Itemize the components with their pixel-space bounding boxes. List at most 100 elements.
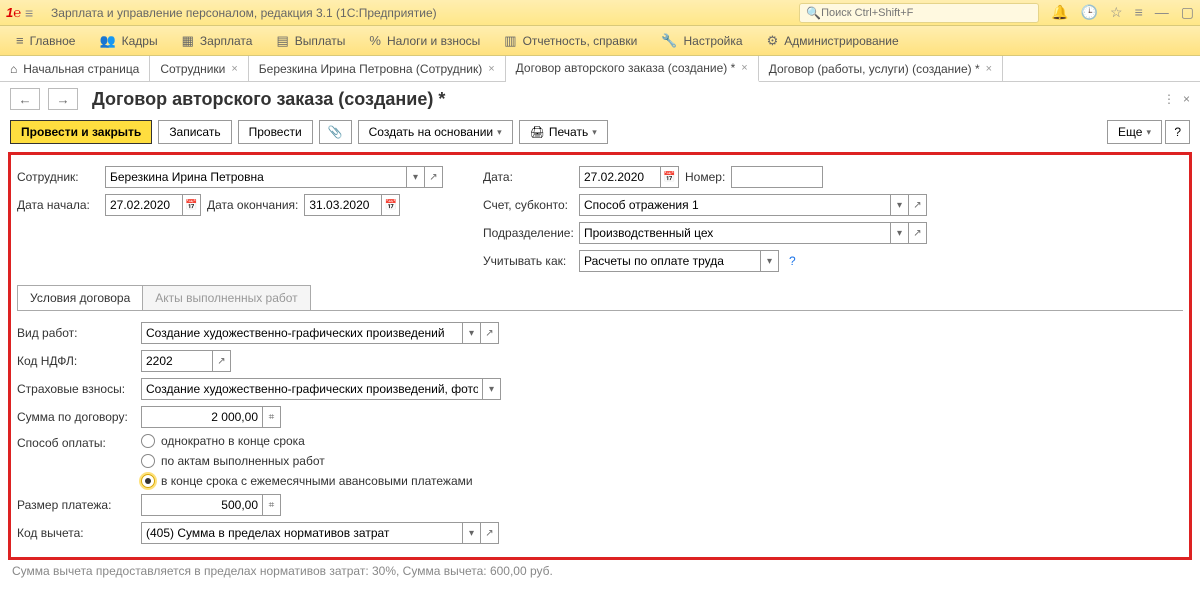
tab-author-contract[interactable]: Договор авторского заказа (создание) *× bbox=[506, 56, 759, 82]
star-icon[interactable]: ☆ bbox=[1110, 4, 1123, 21]
work-type-input[interactable] bbox=[142, 323, 462, 343]
back-button[interactable]: ← bbox=[10, 88, 40, 110]
employee-label: Сотрудник: bbox=[17, 170, 99, 184]
page-header: ← → Договор авторского заказа (создание)… bbox=[0, 82, 1200, 116]
close-icon[interactable]: × bbox=[488, 63, 494, 75]
end-input[interactable] bbox=[305, 195, 381, 215]
calendar-icon[interactable]: 📅 bbox=[660, 167, 678, 187]
radio-icon bbox=[141, 454, 155, 468]
close-icon[interactable]: × bbox=[741, 62, 747, 74]
menu-salary[interactable]: ▦Зарплата bbox=[172, 29, 263, 53]
tab-works-contract[interactable]: Договор (работы, услуги) (создание) *× bbox=[759, 56, 1003, 81]
close-icon[interactable]: × bbox=[986, 63, 992, 75]
open-icon[interactable]: ↗ bbox=[212, 351, 230, 371]
history-icon[interactable]: 🕒 bbox=[1081, 4, 1098, 21]
menu-staff[interactable]: 👥Кадры bbox=[89, 29, 167, 53]
account-input[interactable] bbox=[580, 195, 890, 215]
menu-settings[interactable]: 🔧Настройка bbox=[651, 29, 752, 53]
post-button[interactable]: Провести bbox=[238, 120, 313, 144]
dropdown-icon[interactable]: ▾ bbox=[482, 379, 500, 399]
attach-button[interactable]: 📎 bbox=[319, 120, 352, 144]
hamburger-icon[interactable]: ≡ bbox=[25, 5, 43, 21]
ndfl-input[interactable] bbox=[142, 351, 212, 371]
pay-opt-acts[interactable]: по актам выполненных работ bbox=[141, 454, 473, 468]
payment-size-input[interactable] bbox=[142, 495, 262, 515]
ndfl-field[interactable]: ↗ bbox=[141, 350, 231, 372]
maximize-icon[interactable]: ▢ bbox=[1181, 4, 1194, 21]
calendar-icon[interactable]: 📅 bbox=[381, 195, 399, 215]
calc-icon[interactable]: ⌗ bbox=[262, 495, 280, 515]
help-icon[interactable]: ? bbox=[785, 254, 800, 268]
number-field[interactable] bbox=[731, 166, 823, 188]
tab-home[interactable]: ⌂Начальная страница bbox=[0, 56, 150, 81]
post-close-button[interactable]: Провести и закрыть bbox=[10, 120, 152, 144]
date-field[interactable]: 📅 bbox=[579, 166, 679, 188]
help-button[interactable]: ? bbox=[1165, 120, 1190, 144]
star-icon: ≡ bbox=[16, 33, 24, 48]
open-icon[interactable]: ↗ bbox=[424, 167, 442, 187]
print-button[interactable]: 🖨 Печать ▾ bbox=[519, 120, 608, 144]
open-icon[interactable]: ↗ bbox=[480, 323, 498, 343]
dept-input[interactable] bbox=[580, 223, 890, 243]
open-icon[interactable]: ↗ bbox=[480, 523, 498, 543]
open-icon[interactable]: ↗ bbox=[908, 195, 926, 215]
menu-payments[interactable]: ▤Выплаты bbox=[266, 29, 355, 53]
start-field[interactable]: 📅 bbox=[105, 194, 201, 216]
more-button[interactable]: Еще ▾ bbox=[1107, 120, 1162, 144]
menu-icon[interactable]: ≡ bbox=[1135, 4, 1143, 21]
chevron-down-icon: ▾ bbox=[592, 127, 597, 138]
people-icon: 👥 bbox=[99, 33, 115, 49]
menu-reports[interactable]: ▥Отчетность, справки bbox=[494, 29, 647, 53]
dropdown-icon[interactable]: ▾ bbox=[760, 251, 778, 271]
dropdown-icon[interactable]: ▾ bbox=[462, 323, 480, 343]
count-as-field[interactable]: ▾ bbox=[579, 250, 779, 272]
menu-taxes[interactable]: %Налоги и взносы bbox=[359, 29, 490, 52]
employee-input[interactable] bbox=[106, 167, 406, 187]
calendar-icon[interactable]: 📅 bbox=[182, 195, 200, 215]
tab-employee[interactable]: Березкина Ирина Петровна (Сотрудник)× bbox=[249, 56, 506, 81]
deduction-field[interactable]: ▾ ↗ bbox=[141, 522, 499, 544]
number-input[interactable] bbox=[732, 167, 822, 187]
minimize-icon[interactable]: — bbox=[1155, 4, 1169, 21]
search-input[interactable] bbox=[821, 7, 1032, 19]
ndfl-label: Код НДФЛ: bbox=[17, 354, 135, 368]
count-as-input[interactable] bbox=[580, 251, 760, 271]
open-icon[interactable]: ↗ bbox=[908, 223, 926, 243]
forward-button[interactable]: → bbox=[48, 88, 78, 110]
tab-terms[interactable]: Условия договора bbox=[17, 285, 143, 310]
save-button[interactable]: Записать bbox=[158, 120, 231, 144]
search-box[interactable]: 🔍 bbox=[799, 3, 1039, 23]
work-type-field[interactable]: ▾ ↗ bbox=[141, 322, 499, 344]
payment-size-field[interactable]: ⌗ bbox=[141, 494, 281, 516]
dropdown-icon[interactable]: ▾ bbox=[890, 223, 908, 243]
payment-size-label: Размер платежа: bbox=[17, 498, 135, 512]
start-input[interactable] bbox=[106, 195, 182, 215]
more-icon[interactable]: ⋮ bbox=[1163, 92, 1175, 106]
dropdown-icon[interactable]: ▾ bbox=[462, 523, 480, 543]
dept-field[interactable]: ▾ ↗ bbox=[579, 222, 927, 244]
create-based-button[interactable]: Создать на основании ▾ bbox=[358, 120, 513, 144]
sum-input[interactable] bbox=[142, 407, 262, 427]
calc-icon[interactable]: ⌗ bbox=[262, 407, 280, 427]
dropdown-icon[interactable]: ▾ bbox=[406, 167, 424, 187]
close-page-icon[interactable]: × bbox=[1183, 92, 1190, 106]
pay-opt-monthly[interactable]: в конце срока с ежемесячными авансовыми … bbox=[141, 474, 473, 488]
menu-main[interactable]: ≡Главное bbox=[6, 29, 85, 52]
gear-icon: ⚙ bbox=[767, 33, 779, 49]
date-input[interactable] bbox=[580, 167, 660, 187]
sum-field[interactable]: ⌗ bbox=[141, 406, 281, 428]
dropdown-icon[interactable]: ▾ bbox=[890, 195, 908, 215]
tab-acts[interactable]: Акты выполненных работ bbox=[142, 285, 310, 310]
insurance-field[interactable]: ▾ bbox=[141, 378, 501, 400]
deduction-input[interactable] bbox=[142, 523, 462, 543]
tab-employees[interactable]: Сотрудники× bbox=[150, 56, 248, 81]
pay-opt-once[interactable]: однократно в конце срока bbox=[141, 434, 473, 448]
insurance-input[interactable] bbox=[142, 379, 482, 399]
end-field[interactable]: 📅 bbox=[304, 194, 400, 216]
employee-field[interactable]: ▾ ↗ bbox=[105, 166, 443, 188]
page-title: Договор авторского заказа (создание) * bbox=[92, 89, 445, 110]
bell-icon[interactable]: 🔔 bbox=[1051, 4, 1068, 21]
close-icon[interactable]: × bbox=[231, 63, 237, 75]
account-field[interactable]: ▾ ↗ bbox=[579, 194, 927, 216]
menu-admin[interactable]: ⚙Администрирование bbox=[757, 29, 909, 53]
